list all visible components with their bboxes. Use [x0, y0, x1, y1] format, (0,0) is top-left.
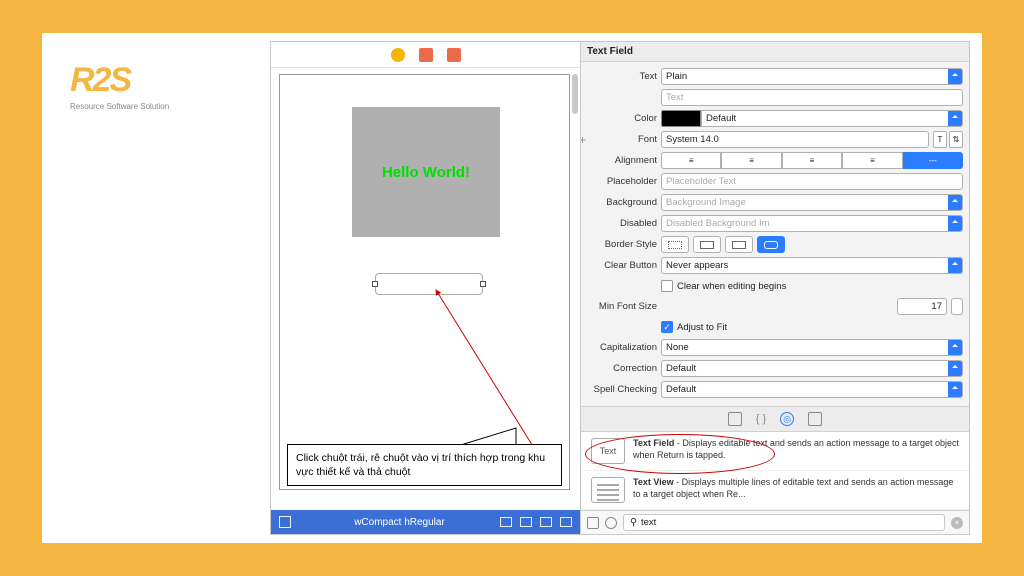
search-value: text [641, 517, 656, 528]
capitalization-label: Capitalization [587, 342, 657, 353]
library-item-textfield[interactable]: Text Text Field - Displays editable text… [581, 432, 969, 471]
xcode-window: Hello World! Click chuột trái, rê chuột … [270, 41, 970, 535]
hello-label: Hello World! [382, 164, 470, 181]
correction-label: Correction [587, 363, 657, 374]
resize-handle-right[interactable] [480, 281, 486, 287]
inspector-pane: Text Field Text Plain Text Color [581, 42, 969, 534]
library-tab-file-icon[interactable] [728, 412, 742, 426]
color-label: Color [587, 113, 657, 124]
clear-search-button[interactable]: × [951, 517, 963, 529]
list-view-icon[interactable] [605, 517, 617, 529]
border-style-label: Border Style [587, 239, 657, 250]
align-center-button[interactable]: ≡ [721, 152, 781, 169]
min-font-stepper[interactable] [951, 298, 963, 315]
library-tabbar: { } ◎ [581, 406, 969, 432]
library-item-textview[interactable]: Text View - Displays multiple lines of e… [581, 471, 969, 510]
alignment-label: Alignment [587, 155, 657, 166]
background-label: Background [587, 197, 657, 208]
resize-handle-left[interactable] [372, 281, 378, 287]
border-bezel-button[interactable] [725, 236, 753, 253]
library-search-bar: ⚲ text × [581, 510, 969, 534]
color-swatch[interactable] [661, 110, 701, 127]
correction-select[interactable]: Default [661, 360, 963, 377]
bottombar-icon-1[interactable] [500, 517, 512, 527]
library-tab-media-icon[interactable] [808, 412, 822, 426]
instruction-callout: Click chuột trái, rê chuột vào vị trí th… [287, 444, 562, 486]
canvas-bottom-bar: wCompact hRegular [271, 510, 580, 534]
logo-tagline: Resource Software Solution [70, 102, 169, 111]
device-frame: Hello World! [279, 74, 570, 490]
clear-button-label: Clear Button [587, 260, 657, 271]
library-search-input[interactable]: ⚲ text [623, 514, 945, 531]
canvas-scrollbar[interactable] [572, 74, 578, 114]
disabled-label: Disabled [587, 218, 657, 229]
spell-select[interactable]: Default [661, 381, 963, 398]
text-value-input[interactable]: Text [661, 89, 963, 106]
library-item-desc: Text Field - Displays editable text and … [633, 438, 959, 461]
align-justify-button[interactable]: ≡ [842, 152, 902, 169]
font-t-icon[interactable]: T [933, 131, 947, 148]
font-stepper-icon[interactable]: ⇅ [949, 131, 963, 148]
capitalization-select[interactable]: None [661, 339, 963, 356]
toolbar-icon-1[interactable] [391, 48, 405, 62]
object-library: Text Text Field - Displays editable text… [581, 432, 969, 510]
border-rounded-button[interactable] [757, 236, 785, 253]
gray-view[interactable]: Hello World! [352, 107, 500, 237]
font-select[interactable]: System 14.0 [661, 131, 929, 148]
library-item-desc: Text View - Displays multiple lines of e… [633, 477, 959, 500]
color-select[interactable]: Default [701, 110, 963, 127]
background-select[interactable]: Background Image [661, 194, 963, 211]
bottombar-icon-2[interactable] [520, 517, 532, 527]
plus-icon[interactable]: + [581, 133, 586, 147]
clear-button-select[interactable]: Never appears [661, 257, 963, 274]
textview-icon [591, 477, 625, 503]
textfield-icon: Text [591, 438, 625, 464]
search-icon: ⚲ [630, 517, 637, 528]
inspector-title: Text Field [581, 42, 969, 62]
toolbar-icon-2[interactable] [419, 48, 433, 62]
logo-mark: R2S [70, 61, 130, 100]
toolbar-icon-3[interactable] [447, 48, 461, 62]
spell-label: Spell Checking [587, 384, 657, 395]
callout-text: Click chuột trái, rê chuột vào vị trí th… [296, 452, 545, 478]
brand-logo: R2S Resource Software Solution [70, 61, 169, 111]
canvas-body[interactable]: Hello World! Click chuột trái, rê chuột … [271, 68, 580, 534]
font-label: Font [587, 134, 657, 145]
grid-view-icon[interactable] [587, 517, 599, 529]
disabled-select[interactable]: Disabled Background Im [661, 215, 963, 232]
bottombar-icon-4[interactable] [560, 517, 572, 527]
canvas-toolbar [271, 42, 580, 68]
min-font-label: Min Font Size [587, 301, 657, 312]
bottombar-icon-3[interactable] [540, 517, 552, 527]
placed-textfield[interactable] [375, 273, 483, 295]
bottombar-icon-left[interactable] [279, 516, 291, 528]
align-left-button[interactable]: ≡ [661, 152, 721, 169]
canvas-pane: Hello World! Click chuột trái, rê chuột … [271, 42, 581, 534]
library-tab-code-icon[interactable]: { } [756, 413, 766, 425]
adjust-fit-label: Adjust to Fit [677, 322, 727, 333]
size-class-label[interactable]: wCompact hRegular [299, 517, 500, 528]
text-type-select[interactable]: Plain [661, 68, 963, 85]
border-line-button[interactable] [693, 236, 721, 253]
placeholder-label: Placeholder [587, 176, 657, 187]
placeholder-input[interactable]: Placeholder Text [661, 173, 963, 190]
min-font-input[interactable]: 17 [897, 298, 947, 315]
border-none-button[interactable] [661, 236, 689, 253]
adjust-fit-checkbox[interactable]: ✓ [661, 321, 673, 333]
align-natural-button[interactable]: --- [903, 152, 963, 169]
library-tab-object-icon[interactable]: ◎ [780, 412, 794, 426]
clear-editing-checkbox[interactable] [661, 280, 673, 292]
clear-editing-label: Clear when editing begins [677, 281, 786, 292]
text-label: Text [587, 71, 657, 82]
align-right-button[interactable]: ≡ [782, 152, 842, 169]
